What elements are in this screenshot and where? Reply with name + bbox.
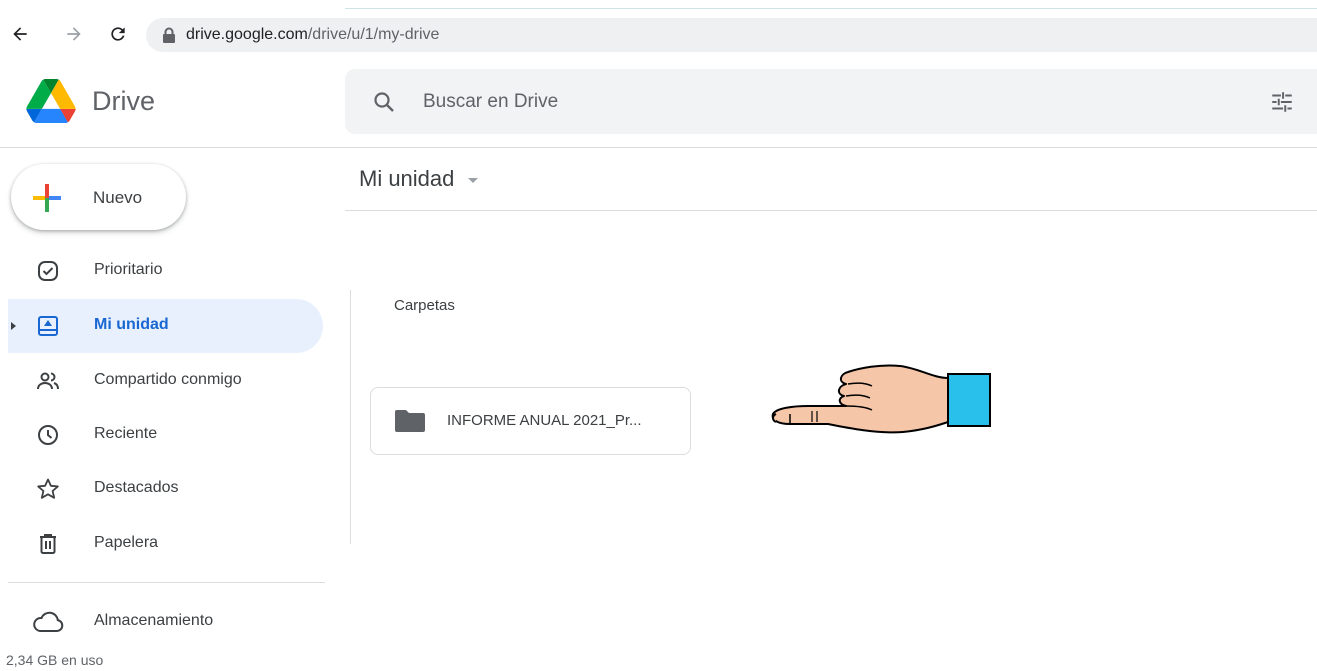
drive-logo[interactable] xyxy=(26,79,76,123)
cloud-icon xyxy=(33,611,64,632)
reload-icon[interactable] xyxy=(106,22,130,46)
brand-name[interactable]: Drive xyxy=(92,86,155,117)
sidebar-item-label: Compartido conmigo xyxy=(94,371,242,388)
sidebar-item-label: Papelera xyxy=(94,534,159,551)
expand-caret-icon[interactable] xyxy=(8,320,18,332)
sidebar-item-reciente[interactable]: Reciente xyxy=(8,408,323,462)
search-input[interactable] xyxy=(423,86,1123,118)
sidebar-item-prioritario[interactable]: Prioritario xyxy=(8,244,323,298)
back-arrow-icon[interactable] xyxy=(8,22,32,46)
sidebar-item-papelera[interactable]: Papelera xyxy=(8,517,323,571)
sidebar-divider xyxy=(8,582,325,583)
url-text: drive.google.com/drive/u/1/my-drive xyxy=(186,26,439,44)
trash-icon xyxy=(40,534,56,554)
search-options-icon[interactable] xyxy=(1269,89,1295,115)
page-title-text: Mi unidad xyxy=(359,166,455,191)
storage-label: Almacenamiento xyxy=(94,612,214,629)
new-button[interactable]: Nuevo xyxy=(11,164,186,230)
section-heading: Carpetas xyxy=(394,297,455,314)
sidebar-item-label: Reciente xyxy=(94,425,158,442)
header-divider xyxy=(0,147,1317,148)
sidebar-item-label: Mi unidad xyxy=(94,316,169,333)
shared-people-icon xyxy=(37,372,59,390)
clock-icon xyxy=(38,425,58,445)
page-title[interactable]: Mi unidad xyxy=(359,166,480,192)
folder-icon xyxy=(395,410,425,432)
browser-toolbar: drive.google.com/drive/u/1/my-drive xyxy=(0,0,1317,62)
storage-usage-text: 2,34 GB en uso xyxy=(6,652,104,668)
url-path: /drive/u/1/my-drive xyxy=(307,26,440,43)
pointing-hand-icon xyxy=(771,364,991,434)
chevron-down-icon xyxy=(468,178,479,183)
priority-check-icon xyxy=(38,261,58,281)
plus-icon xyxy=(33,184,61,212)
star-icon xyxy=(37,478,59,499)
forward-arrow-icon[interactable] xyxy=(62,22,86,46)
search-icon[interactable] xyxy=(372,90,396,114)
new-button-label: Nuevo xyxy=(93,188,143,207)
sidebar-item-label: Prioritario xyxy=(94,261,163,278)
url-host: drive.google.com xyxy=(186,26,308,43)
my-drive-icon xyxy=(38,316,58,336)
address-bar[interactable]: drive.google.com/drive/u/1/my-drive xyxy=(146,18,1317,52)
title-divider xyxy=(345,210,1317,211)
content-divider xyxy=(350,290,351,544)
sidebar-item-destacados[interactable]: Destacados xyxy=(8,462,323,516)
lock-icon xyxy=(163,27,175,43)
sidebar-item-compartido[interactable]: Compartido conmigo xyxy=(8,354,323,408)
tab-strip-edge xyxy=(345,8,1317,9)
sidebar-item-label: Destacados xyxy=(94,479,179,496)
sidebar-item-mi-unidad[interactable]: Mi unidad xyxy=(8,299,323,353)
search-bar[interactable] xyxy=(345,69,1317,134)
folder-name: INFORME ANUAL 2021_Pr... xyxy=(447,412,642,429)
sidebar-item-almacenamiento[interactable]: Almacenamiento xyxy=(8,598,323,644)
folder-item[interactable]: INFORME ANUAL 2021_Pr... xyxy=(370,387,691,455)
